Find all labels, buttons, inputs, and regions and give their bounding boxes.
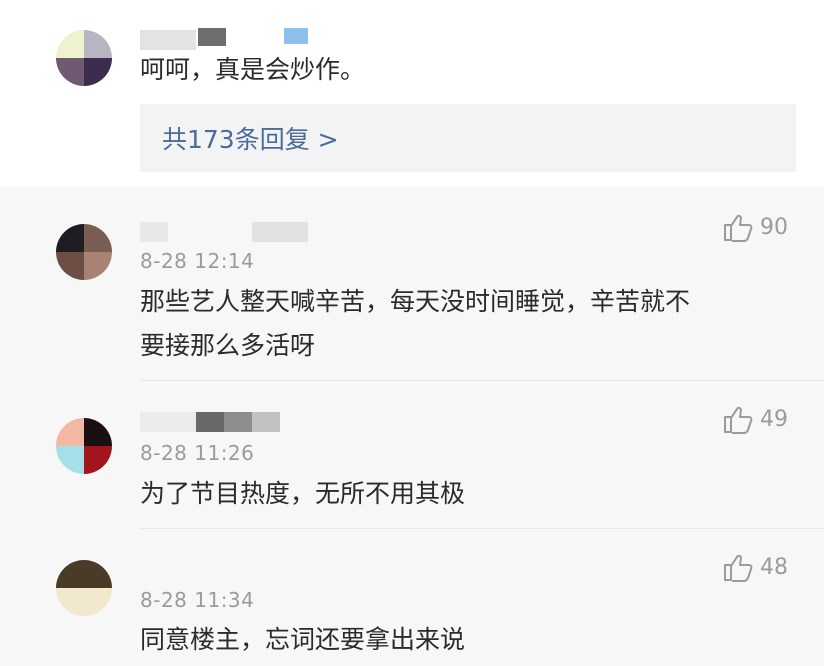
avatar[interactable]	[56, 560, 112, 616]
like-count: 48	[760, 554, 788, 580]
username-blurred-2	[198, 28, 226, 46]
username-blurred[interactable]	[140, 30, 196, 50]
divider	[140, 380, 824, 381]
comment-timestamp: 8-28 11:34	[140, 588, 255, 612]
username-blurred[interactable]	[140, 222, 168, 242]
comment-text-line: 为了节目热度，无所不用其极	[140, 479, 466, 508]
like-count: 90	[760, 214, 788, 240]
avatar[interactable]	[56, 224, 112, 280]
like-button[interactable]: 49	[722, 404, 788, 434]
thumbs-up-icon	[724, 406, 753, 434]
username-blurred-4	[252, 412, 280, 432]
thumbs-up-icon	[724, 554, 753, 582]
comment-text: 呵呵，真是会炒作。	[140, 55, 366, 84]
reply-count-label[interactable]: 共173条回复 >	[162, 120, 339, 156]
username-blurred-2	[196, 412, 224, 432]
comment-timestamp: 8-28 12:14	[140, 249, 255, 273]
thumbs-up-icon	[724, 214, 753, 242]
like-count: 49	[760, 406, 788, 432]
comment-timestamp: 8-28 11:26	[140, 441, 255, 465]
divider	[140, 528, 824, 529]
like-button[interactable]: 48	[722, 552, 788, 582]
avatar[interactable]	[56, 418, 112, 474]
user-badge-blurred	[284, 28, 308, 44]
username-blurred-2	[252, 222, 308, 242]
view-replies-link[interactable]: 共173条回复 >	[140, 104, 796, 172]
username-blurred[interactable]	[140, 412, 196, 432]
comment-list	[0, 186, 824, 666]
username-blurred-3	[224, 412, 252, 432]
comment-text-line: 同意楼主，忘词还要拿出来说	[140, 625, 466, 654]
comment-text-line: 要接那么多活呀	[140, 331, 316, 360]
avatar[interactable]	[56, 30, 112, 86]
comment-text-line: 那些艺人整天喊辛苦，每天没时间睡觉，辛苦就不	[140, 287, 691, 316]
top-comment: 呵呵，真是会炒作。 共173条回复 >	[0, 0, 824, 186]
like-button[interactable]: 90	[722, 212, 788, 242]
